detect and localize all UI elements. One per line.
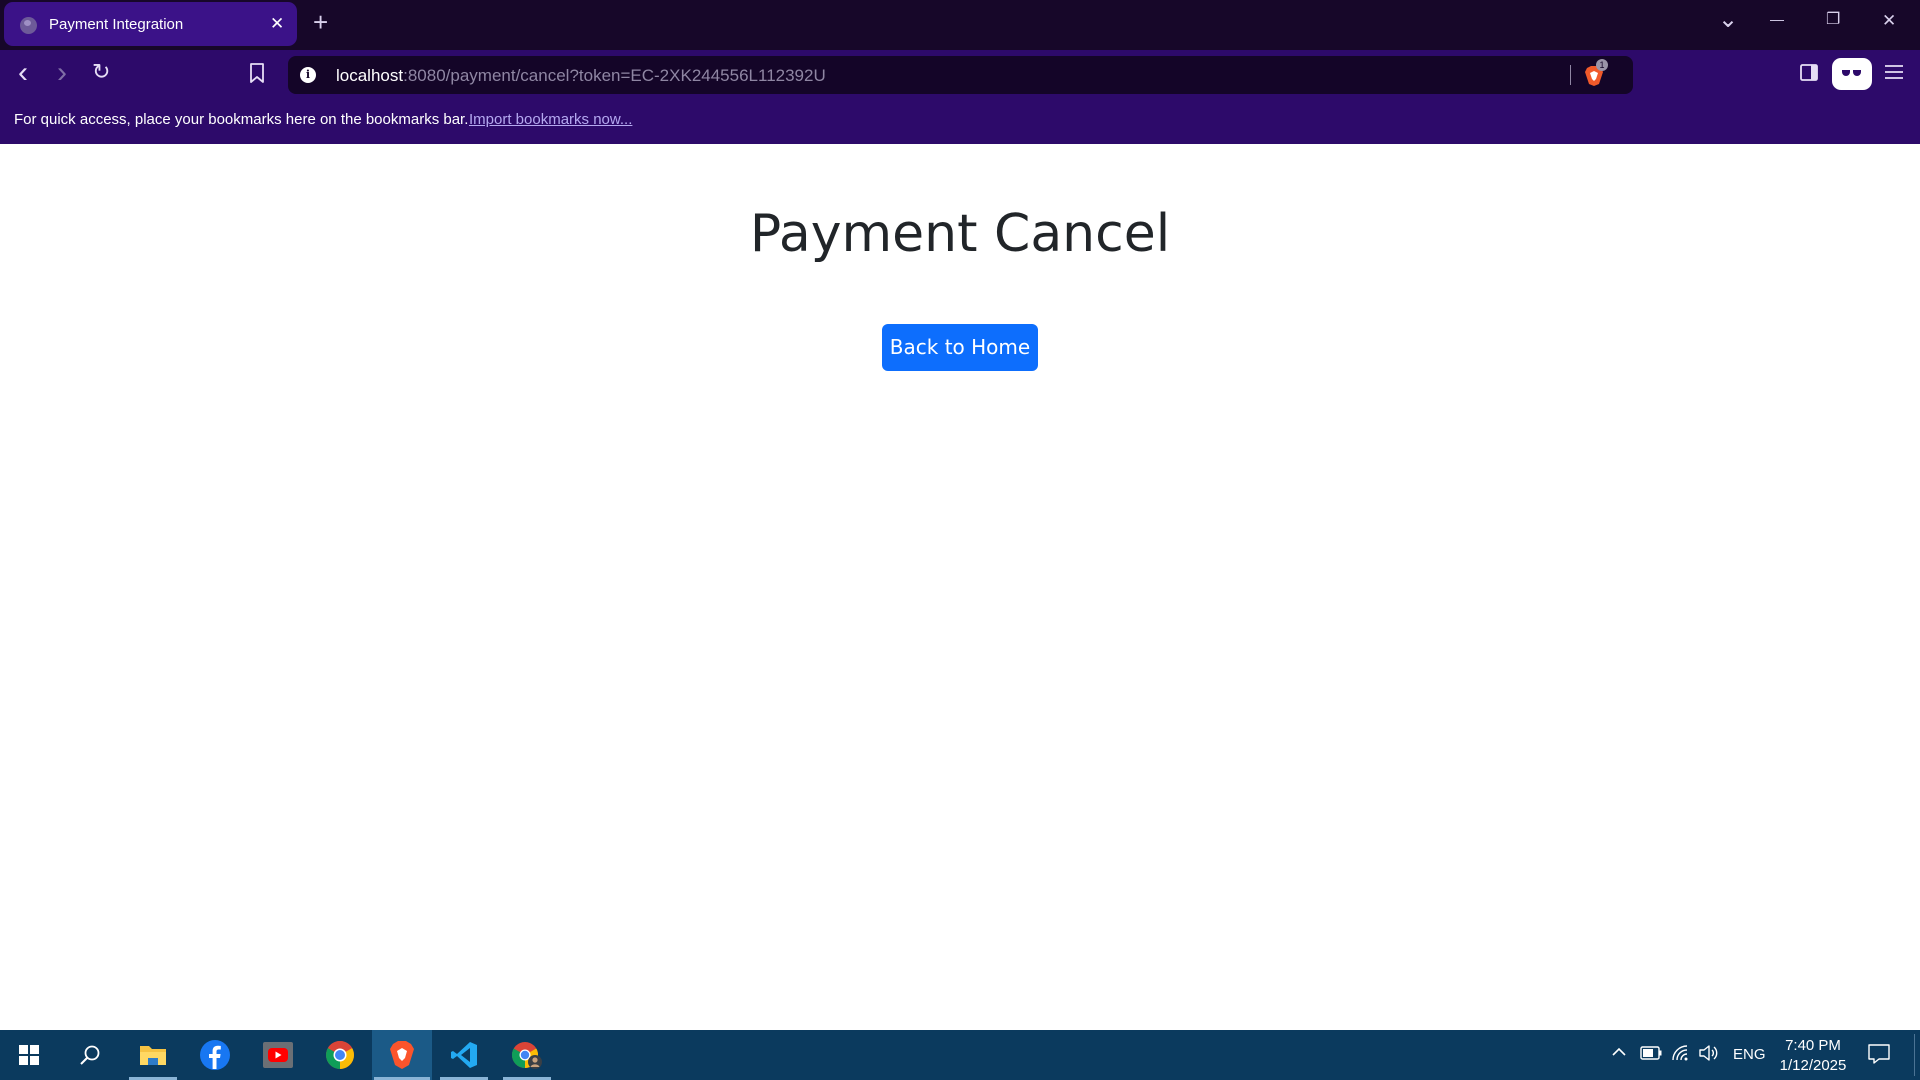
- back-to-home-button[interactable]: Back to Home: [882, 324, 1038, 371]
- new-tab-button[interactable]: +: [313, 9, 328, 35]
- windows-start-icon[interactable]: [3, 1030, 55, 1080]
- vscode-icon[interactable]: [438, 1030, 490, 1080]
- page-title: Payment Cancel: [749, 204, 1171, 264]
- file-explorer-icon[interactable]: [127, 1030, 179, 1080]
- language-indicator[interactable]: ENG: [1733, 1046, 1766, 1080]
- url-host: localhost: [336, 66, 404, 85]
- sidebar-toggle-icon[interactable]: [1800, 64, 1818, 85]
- tab-payment-integration[interactable]: Payment Integration ✕: [4, 2, 297, 46]
- search-icon[interactable]: [64, 1030, 116, 1080]
- chrome-profile-icon[interactable]: [501, 1030, 553, 1080]
- browser-toolbar: ‹ › ↻ i localhost:8080/payment/cancel?to…: [0, 50, 1920, 100]
- brave-shields-icon[interactable]: 1: [1584, 59, 1608, 87]
- taskbar-clock[interactable]: 7:40 PM 1/12/2025: [1768, 1036, 1858, 1076]
- forward-icon[interactable]: ›: [57, 58, 67, 88]
- battery-icon[interactable]: [1640, 1046, 1662, 1080]
- page-content: Payment Cancel Back to Home: [0, 144, 1920, 1030]
- address-divider: [1570, 65, 1571, 85]
- facebook-icon[interactable]: [189, 1030, 241, 1080]
- minimize-icon[interactable]: —: [1770, 12, 1784, 26]
- globe-icon: [20, 17, 37, 34]
- shields-count-badge: 1: [1596, 59, 1608, 71]
- clock-date: 1/12/2025: [1779, 1057, 1847, 1074]
- brave-wallet-icon[interactable]: [1832, 58, 1872, 90]
- menu-icon[interactable]: [1884, 64, 1904, 84]
- youtube-icon[interactable]: [252, 1030, 304, 1080]
- close-window-icon[interactable]: ✕: [1882, 12, 1896, 29]
- close-tab-icon[interactable]: ✕: [270, 15, 284, 32]
- bookmark-icon[interactable]: [249, 63, 265, 87]
- address-bar[interactable]: i localhost:8080/payment/cancel?token=EC…: [288, 56, 1633, 94]
- back-icon[interactable]: ‹: [18, 58, 28, 88]
- windows-taskbar: ENG 7:40 PM 1/12/2025: [0, 1030, 1920, 1080]
- bookmarks-bar: For quick access, place your bookmarks h…: [0, 100, 1920, 144]
- volume-icon[interactable]: [1698, 1044, 1718, 1080]
- url-path: :8080/payment/cancel?token=EC-2XK244556L…: [403, 66, 826, 85]
- site-info-icon[interactable]: i: [300, 67, 316, 83]
- tab-title: Payment Integration: [49, 16, 184, 33]
- notification-center-icon[interactable]: [1868, 1044, 1890, 1080]
- chrome-icon[interactable]: [314, 1030, 366, 1080]
- tab-strip: Payment Integration ✕ + ⌄ — ❐ ✕: [0, 0, 1920, 50]
- reload-icon[interactable]: ↻: [92, 61, 110, 83]
- restore-icon[interactable]: ❐: [1826, 12, 1840, 28]
- import-bookmarks-link[interactable]: Import bookmarks now...: [469, 111, 632, 128]
- clock-time: 7:40 PM: [1785, 1037, 1841, 1054]
- tab-search-icon[interactable]: ⌄: [1718, 8, 1738, 32]
- tray-overflow-icon[interactable]: [1611, 1044, 1627, 1080]
- url-text[interactable]: localhost:8080/payment/cancel?token=EC-2…: [336, 66, 826, 86]
- show-desktop-divider[interactable]: [1914, 1034, 1915, 1076]
- brave-icon[interactable]: [372, 1030, 432, 1080]
- bookmarks-message: For quick access, place your bookmarks h…: [14, 111, 469, 128]
- wifi-icon[interactable]: [1671, 1044, 1689, 1080]
